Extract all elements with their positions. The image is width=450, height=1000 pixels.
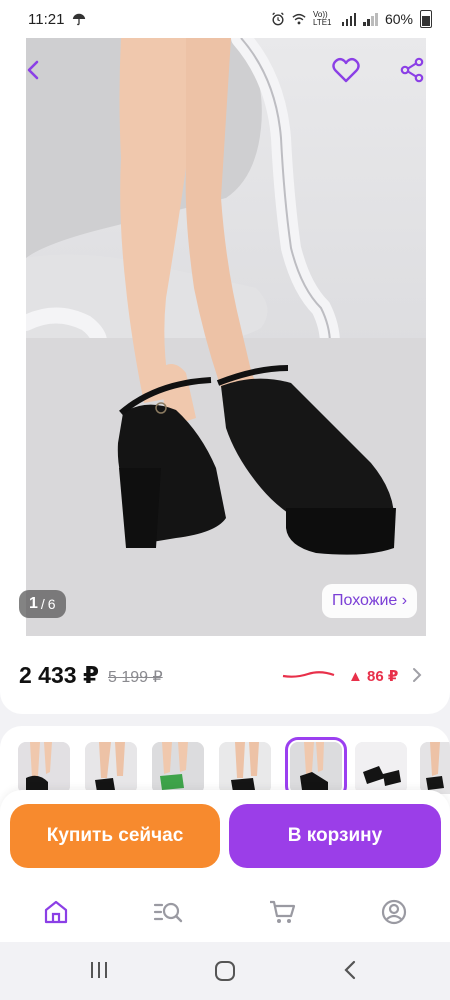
product-photo[interactable]	[26, 38, 426, 636]
image-counter: 1 / 6	[19, 590, 66, 618]
thumbnail[interactable]	[355, 742, 407, 794]
nav-catalog[interactable]	[152, 896, 184, 928]
thumbnail[interactable]	[152, 742, 204, 794]
cart-icon	[270, 900, 296, 923]
chevron-right-icon[interactable]	[410, 666, 424, 684]
search-list-icon	[153, 902, 183, 923]
signal-icon	[341, 12, 357, 26]
action-bar: Купить сейчас В корзину	[0, 790, 450, 882]
recent-apps-icon[interactable]	[88, 960, 110, 980]
system-navigation-bar	[0, 942, 450, 1000]
home-icon	[44, 900, 68, 924]
price-trend-icon[interactable]	[282, 666, 336, 682]
back-button[interactable]	[14, 50, 54, 90]
price-change[interactable]: ▲ 86 ₽	[348, 667, 398, 685]
profile-icon	[381, 899, 407, 925]
status-bar: 11:21 Vo)) LTE1 60%	[0, 0, 450, 38]
back-system-icon[interactable]	[342, 960, 358, 980]
battery-percent: 60%	[384, 11, 413, 27]
product-photo-illustration	[26, 38, 426, 636]
network-label: Vo)) LTE1	[312, 10, 332, 27]
chevron-left-icon	[27, 60, 39, 80]
umbrella-icon	[73, 13, 86, 26]
old-price: 5 199 ₽	[108, 669, 163, 686]
thumbnail[interactable]	[420, 742, 450, 794]
thumbnail[interactable]	[219, 742, 271, 794]
image-counter-current: 1	[29, 595, 38, 612]
heart-icon	[332, 57, 360, 83]
status-time: 11:21	[28, 10, 65, 28]
product-gallery[interactable]	[0, 38, 450, 638]
buy-now-button[interactable]: Купить сейчас	[10, 804, 220, 868]
share-icon	[400, 57, 424, 83]
image-counter-separator: /	[40, 596, 45, 612]
image-counter-total: 6	[47, 596, 56, 612]
signal-icon-2	[363, 12, 378, 26]
nav-home[interactable]	[40, 896, 72, 928]
nav-cart[interactable]	[266, 896, 298, 928]
wifi-icon	[292, 13, 306, 25]
nav-profile[interactable]	[378, 896, 410, 928]
similar-products-button[interactable]: Похожие ›	[322, 584, 418, 618]
price-card: 2 433 ₽ 5 199 ₽ ▲ 86 ₽	[0, 636, 450, 714]
bottom-navigation	[0, 882, 450, 942]
thumbnail-selected[interactable]	[285, 737, 347, 799]
battery-icon	[420, 10, 432, 28]
thumbnail[interactable]	[85, 742, 137, 794]
favorite-button[interactable]	[326, 50, 366, 90]
thumbnail[interactable]	[18, 742, 70, 794]
share-button[interactable]	[392, 50, 432, 90]
home-system-icon[interactable]	[214, 960, 236, 982]
current-price: 2 433 ₽	[19, 662, 99, 688]
alarm-icon	[272, 12, 284, 26]
add-to-cart-button[interactable]: В корзину	[229, 804, 441, 868]
